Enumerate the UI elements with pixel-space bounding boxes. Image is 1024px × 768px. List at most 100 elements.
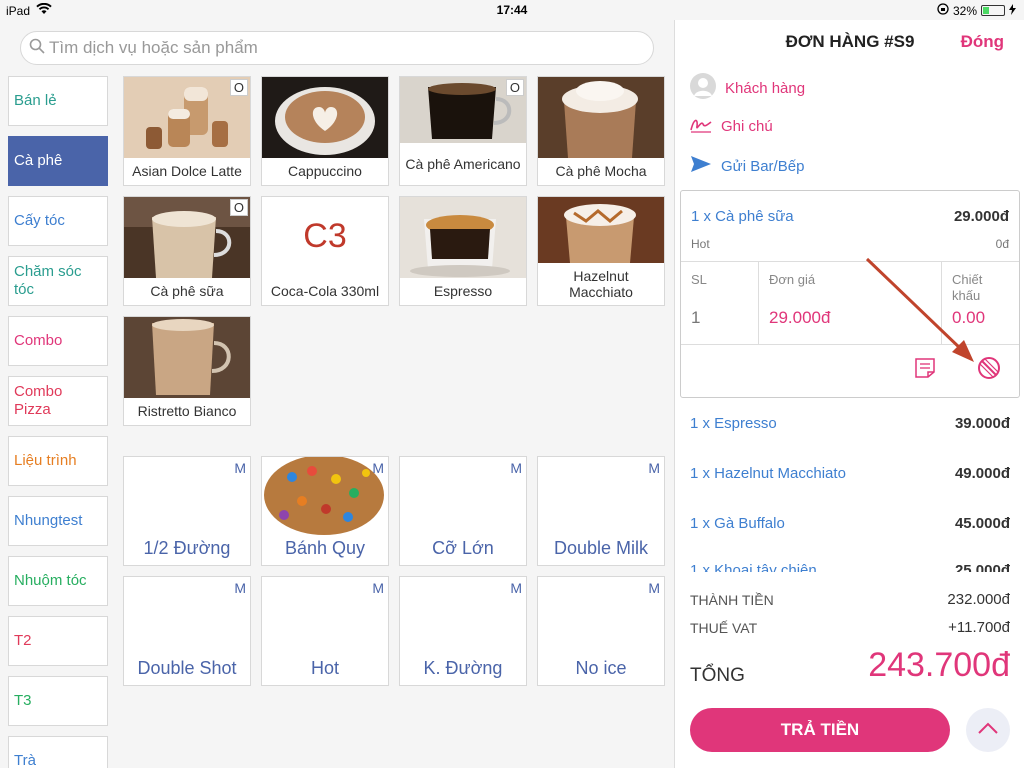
category-item[interactable]: T2 [8,616,108,666]
selected-item-name[interactable]: 1 x Cà phê sữa [691,208,794,225]
modifier-k-duong[interactable]: M K. Đường [399,576,527,686]
pay-button[interactable]: TRẢ TIỀN [690,708,950,752]
total-value: 243.700đ [868,646,1010,684]
product-tile-ristretto-bianco[interactable]: Ristretto Bianco [123,316,251,426]
status-left: iPad [6,2,52,18]
modifier-label: Double Shot [137,658,237,678]
send-label: Gửi Bar/Bếp [721,157,805,175]
search-input[interactable] [49,38,629,58]
product-tile-espresso[interactable]: Espresso [399,196,527,306]
modifier-label: Double Milk [553,538,649,558]
category-item[interactable]: Combo [8,316,108,366]
remove-item-icon[interactable] [977,356,1001,385]
product-row: O Cà phê sữa C3 Coca-Cola 330ml Espresso… [123,196,668,306]
note-button[interactable]: Ghi chú [689,114,773,138]
category-item[interactable]: Bán lẻ [8,76,108,126]
product-tile-ca-phe-mocha[interactable]: Cà phê Mocha [537,76,665,186]
search-bar[interactable] [20,31,654,65]
line-item-price: 25.000đ [954,562,1010,572]
modifier-label: Bánh Quy [284,538,366,558]
category-item[interactable]: Combo Pizza [8,376,108,426]
modifier-grid: M 1/2 Đường M Bánh Quy M Cỡ Lớn M Double… [123,456,668,696]
modifier-half-sugar[interactable]: M 1/2 Đường [123,456,251,566]
product-name: Ristretto Bianco [137,403,237,419]
modifier-double-milk[interactable]: M Double Milk [537,456,665,566]
battery-fill [983,7,990,14]
product-tile-ca-phe-americano[interactable]: O Cà phê Americano [399,76,527,186]
category-item[interactable]: Cà phê [8,136,108,186]
line-item-name: 1 x Espresso [690,415,777,432]
unit-price-label: Đơn giá [769,272,816,287]
modifier-label: K. Đường [423,658,503,678]
product-tile-hazelnut-macchiato[interactable]: Hazelnut Macchiato [537,196,665,306]
category-item[interactable]: Cấy tóc [8,196,108,246]
note-icon[interactable] [913,356,937,385]
close-button[interactable]: Đóng [961,32,1004,52]
modifier-label: Cỡ Lớn [432,538,494,558]
category-item[interactable]: Trà [8,736,108,768]
product-tile-cappuccino[interactable]: Cappuccino [261,76,389,186]
modifier-label: No ice [575,658,627,678]
subtotal-label: THÀNH TIỀN [690,592,774,608]
modifier-banh-quy[interactable]: M Bánh Quy [261,456,389,566]
category-item[interactable]: Nhungtest [8,496,108,546]
modifier-badge: M [234,460,246,476]
unit-price-field[interactable]: Đơn giá 29.000đ [759,262,942,344]
total-label: TỔNG [690,665,745,686]
order-line-item[interactable]: 1 x Gà Buffalo 45.000đ [690,515,1010,532]
line-item-price: 49.000đ [954,465,1010,482]
modifier-badge: M [510,460,522,476]
modifier-co-lon[interactable]: M Cỡ Lớn [399,456,527,566]
note-label: Ghi chú [721,117,773,135]
quantity-value[interactable]: 1 [691,308,700,328]
product-name: Asian Dolce Latte [132,163,242,179]
customer-label: Khách hàng [725,79,806,97]
chevron-up-icon [977,721,999,740]
status-time: 17:44 [496,3,528,17]
product-name: Espresso [433,283,493,299]
modifier-double-shot[interactable]: M Double Shot [123,576,251,686]
battery-percent: 32% [952,3,977,18]
customer-button[interactable]: Khách hàng [689,72,805,104]
subtotal-value: 232.000đ [947,591,1010,608]
expand-button[interactable] [966,708,1010,752]
catalog-pane: Bán lẻ Cà phê Cấy tóc Chăm sóc tóc Combo Comb… [0,20,674,768]
selected-item-actions [913,356,1001,385]
selected-item-option-price: 0đ [995,237,1009,251]
modifier-hot[interactable]: M Hot [261,576,389,686]
discount-value[interactable]: 0.00 [952,308,985,328]
product-row: Ristretto Bianco [123,316,668,426]
modifier-badge: M [648,460,660,476]
modifier-badge: M [648,580,660,596]
modifier-label: 1/2 Đường [143,538,231,558]
status-bar: iPad 17:44 32% [0,0,1024,20]
order-line-item[interactable]: 1 x Hazelnut Macchiato 49.000đ [690,465,1010,482]
cookie-image [262,457,388,535]
category-item[interactable]: Chăm sóc tóc [8,256,108,306]
signature-icon [689,114,713,138]
product-code: C3 [303,217,347,255]
modifier-label: Hot [310,658,339,678]
category-item[interactable]: Nhuộm tóc [8,556,108,606]
unit-price-value[interactable]: 29.000đ [769,308,830,328]
product-tile-ca-phe-sua[interactable]: O Cà phê sữa [123,196,251,306]
line-item-price: 39.000đ [954,415,1010,432]
send-kitchen-button[interactable]: Gửi Bar/Bếp [689,154,804,178]
product-row: O Asian Dolce Latte Cappuccino O Cà phê … [123,76,668,186]
order-line-item[interactable]: 1 x Espresso 39.000đ [690,415,1010,432]
modifier-badge: M [234,580,246,596]
discount-field[interactable]: Chiết khấu 0.00 [942,262,1019,344]
vat-value: +11.700đ [948,619,1010,636]
product-tile-coca-cola[interactable]: C3 Coca-Cola 330ml [261,196,389,306]
selected-order-item[interactable]: 1 x Cà phê sữa 29.000đ Hot 0đ SL 1 Đơn g… [680,190,1020,398]
ristretto-bianco-image [124,317,250,398]
order-line-item[interactable]: 1 x Khoai tây chiên 25.000đ [690,562,1010,572]
category-item[interactable]: Liệu trình [8,436,108,486]
product-tile-asian-dolce-latte[interactable]: O Asian Dolce Latte [123,76,251,186]
send-icon [689,154,713,178]
status-right: 32% [937,3,1016,18]
category-item[interactable]: T3 [8,676,108,726]
modifier-no-ice[interactable]: M No ice [537,576,665,686]
wifi-icon [36,2,52,18]
quantity-field[interactable]: SL 1 [681,262,759,344]
